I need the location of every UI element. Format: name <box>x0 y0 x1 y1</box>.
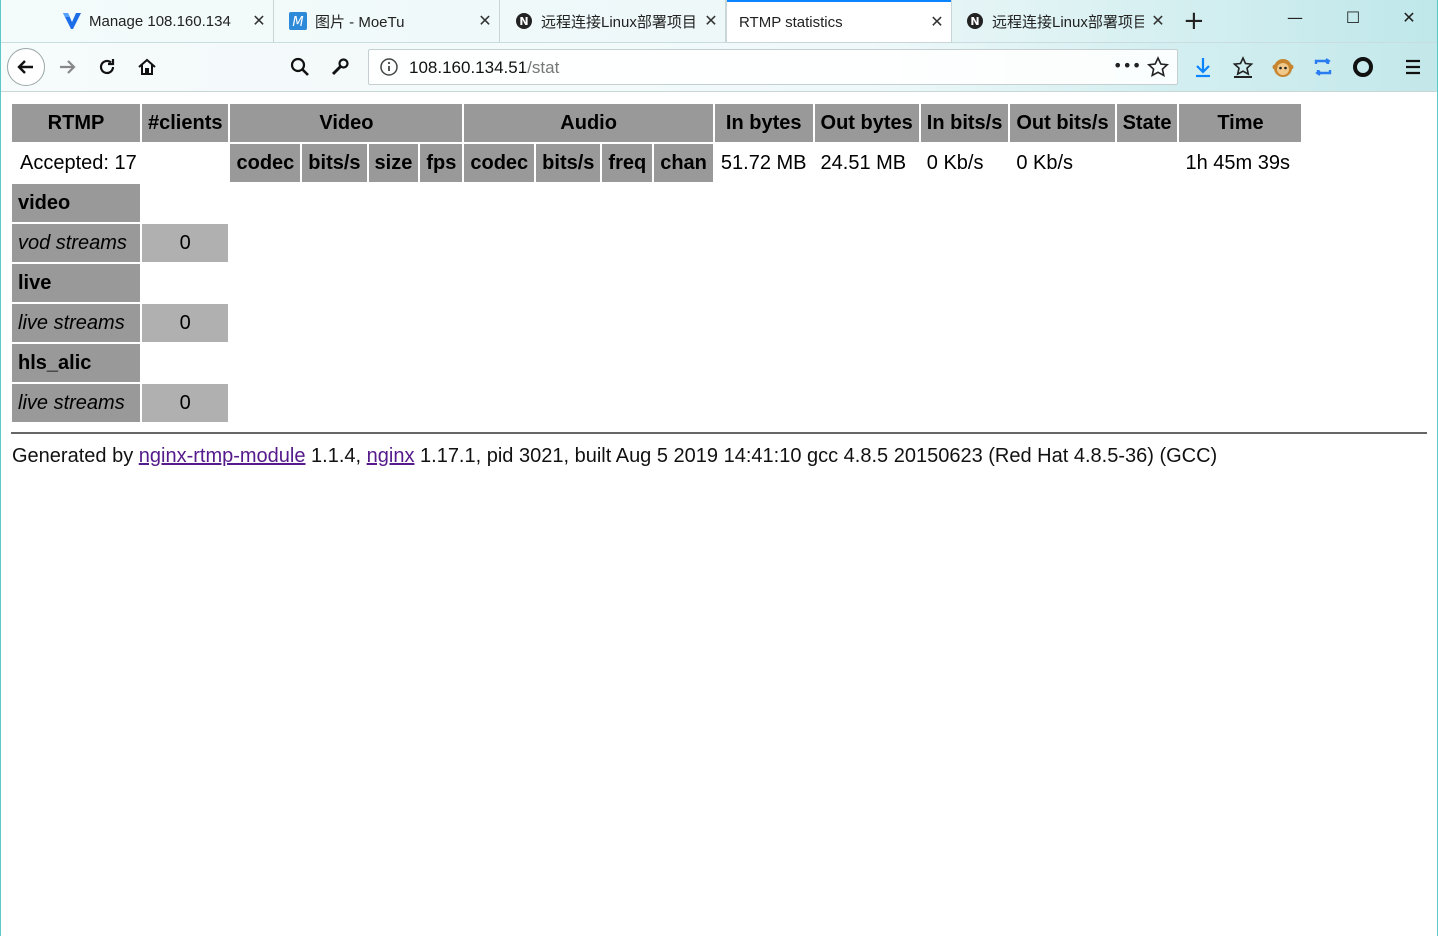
app-row-hls-alic: hls_alic <box>12 344 1301 382</box>
window-close-icon[interactable]: ✕ <box>1389 8 1429 27</box>
back-button[interactable] <box>7 48 45 86</box>
footer-text: Generated by nginx-rtmp-module 1.1.4, ng… <box>12 445 1217 468</box>
out-bytes-value: 24.51 MB <box>820 151 907 174</box>
col-in-bits: In bits/s <box>920 104 1009 142</box>
col-time: Time <box>1179 104 1302 142</box>
rtmp-stat-table: RTMP #clients Video Audio In bytes Out b… <box>10 102 1303 424</box>
col-out-bytes: Out bytes <box>814 104 919 142</box>
footer-prefix: Generated by <box>12 445 139 467</box>
close-tab-icon[interactable]: ✕ <box>245 11 273 31</box>
streams-count: 0 <box>142 384 229 422</box>
streams-label: vod streams <box>12 224 140 262</box>
header-row: RTMP #clients Video Audio In bytes Out b… <box>12 104 1302 142</box>
audio-freq-header: freq <box>602 144 653 182</box>
nginx-rtmp-module-link[interactable]: nginx-rtmp-module <box>139 445 306 467</box>
accepted-count: Accepted: 17 <box>20 151 137 174</box>
app-name: video <box>12 184 140 222</box>
tab-strip: Manage 108.160.134 ✕ M 图片 - MoeTu ✕ N 远程… <box>1 0 1437 43</box>
close-tab-icon[interactable]: ✕ <box>697 11 725 31</box>
notion-icon: N <box>515 12 533 30</box>
tab-title: RTMP statistics <box>739 13 843 31</box>
reload-button[interactable] <box>91 51 123 83</box>
app-row-video: video <box>12 184 1301 222</box>
close-tab-icon[interactable]: ✕ <box>923 12 951 32</box>
streams-row-live: live streams 0 <box>12 304 1301 342</box>
footer-build-info: 1.17.1, pid 3021, built Aug 5 2019 14:41… <box>414 445 1218 467</box>
app-row-live: live <box>12 264 1301 302</box>
tab-notion-2[interactable]: N 远程连接Linux部署项目 ✕ <box>952 0 1172 42</box>
col-out-bits: Out bits/s <box>1010 104 1115 142</box>
url-text[interactable]: 108.160.134.51/stat <box>409 58 559 78</box>
tab-vultr[interactable]: Manage 108.160.134 ✕ <box>49 0 274 42</box>
svg-text:N: N <box>519 15 528 28</box>
moetu-icon: M <box>289 12 307 30</box>
nginx-link[interactable]: nginx <box>367 445 415 467</box>
rtmp-stat-page: RTMP #clients Video Audio In bytes Out b… <box>10 102 1303 424</box>
in-bits-value: 0 Kb/s <box>926 151 984 174</box>
tab-title: 图片 - MoeTu <box>315 13 405 31</box>
audio-codec-header: codec <box>464 144 535 182</box>
streams-count: 0 <box>142 304 229 342</box>
tab-title: 远程连接Linux部署项目 <box>992 13 1144 31</box>
streams-row-hls-alic: live streams 0 <box>12 384 1301 422</box>
footer-divider <box>11 432 1427 434</box>
search-icon[interactable] <box>284 51 316 83</box>
page-actions-menu-icon[interactable]: ••• <box>1113 56 1141 75</box>
video-codec-header: codec <box>230 144 301 182</box>
tab-moetu[interactable]: M 图片 - MoeTu ✕ <box>275 0 500 42</box>
notion-icon: N <box>966 12 984 30</box>
navigation-toolbar: 108.160.134.51/stat ••• <box>1 43 1437 92</box>
circle-extension-icon[interactable] <box>1347 51 1379 83</box>
tab-rtmp-statistics[interactable]: RTMP statistics ✕ <box>727 0 951 42</box>
tampermonkey-icon[interactable] <box>1267 51 1299 83</box>
url-path: /stat <box>527 58 560 77</box>
streams-label: live streams <box>12 384 140 422</box>
summary-row: Accepted: 17 codec bits/s size fps codec… <box>12 144 1301 182</box>
new-tab-button[interactable]: + <box>1183 6 1205 36</box>
col-state: State <box>1116 104 1178 142</box>
col-in-bytes: In bytes <box>714 104 813 142</box>
col-rtmp: RTMP <box>12 104 140 142</box>
close-tab-icon[interactable]: ✕ <box>1144 11 1172 31</box>
svg-text:N: N <box>970 15 979 28</box>
col-audio: Audio <box>464 104 713 142</box>
audio-bits-header: bits/s <box>536 144 601 182</box>
video-size-header: size <box>368 144 419 182</box>
wrench-icon[interactable] <box>324 51 356 83</box>
app-name: hls_alic <box>12 344 140 382</box>
tab-title: 远程连接Linux部署项目 <box>541 13 697 31</box>
streams-row-video: vod streams 0 <box>12 224 1301 262</box>
out-bits-value: 0 Kb/s <box>1016 151 1074 174</box>
url-host: 108.160.134.51 <box>409 58 528 77</box>
address-bar[interactable]: 108.160.134.51/stat ••• <box>368 49 1178 85</box>
forward-button[interactable] <box>51 51 83 83</box>
footer-version: 1.1.4, <box>305 445 367 467</box>
video-bits-header: bits/s <box>302 144 367 182</box>
state-value <box>1117 144 1178 182</box>
time-value: 1h 45m 39s <box>1185 151 1290 174</box>
sync-extension-icon[interactable] <box>1307 51 1339 83</box>
minimize-icon[interactable]: — <box>1275 8 1315 27</box>
video-fps-header: fps <box>420 144 463 182</box>
home-button[interactable] <box>131 51 163 83</box>
vultr-icon <box>63 12 81 30</box>
maximize-icon[interactable]: ☐ <box>1333 8 1373 27</box>
download-icon[interactable] <box>1187 51 1219 83</box>
bookmarks-library-icon[interactable] <box>1227 51 1259 83</box>
streams-count: 0 <box>142 224 229 262</box>
close-tab-icon[interactable]: ✕ <box>471 11 499 31</box>
hamburger-menu-icon[interactable] <box>1397 51 1429 83</box>
audio-chan-header: chan <box>654 144 713 182</box>
tab-title: Manage 108.160.134 <box>89 12 231 30</box>
bookmark-star-icon[interactable] <box>1146 56 1170 82</box>
svg-text:M: M <box>292 15 303 30</box>
streams-label: live streams <box>12 304 140 342</box>
info-icon[interactable] <box>379 57 399 81</box>
tab-notion-1[interactable]: N 远程连接Linux部署项目 ✕ <box>501 0 726 42</box>
in-bytes-value: 51.72 MB <box>720 151 807 174</box>
app-name: live <box>12 264 140 302</box>
col-video: Video <box>230 104 463 142</box>
col-clients: #clients <box>142 104 229 142</box>
